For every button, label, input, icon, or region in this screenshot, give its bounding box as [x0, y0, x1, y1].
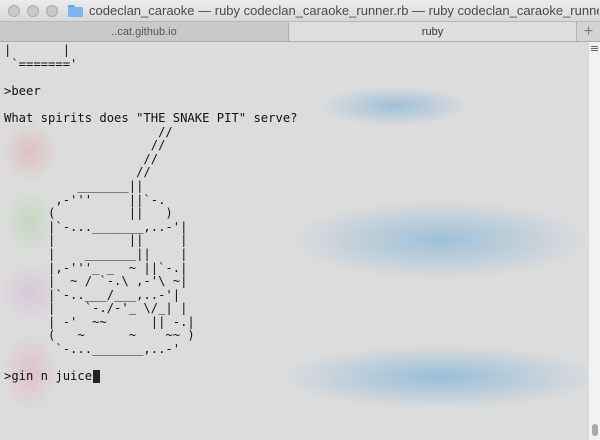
tab-ruby[interactable]: ruby — [289, 22, 577, 41]
command-line: >beer — [4, 83, 41, 98]
close-window-button[interactable] — [8, 4, 20, 17]
window-title: codeclan_caraoke — ruby codeclan_caraoke… — [89, 3, 599, 18]
folder-icon — [68, 4, 83, 17]
terminal-output[interactable]: | | `=======' >beer What spirits does "THE… — [0, 42, 588, 440]
scroll-thumb[interactable] — [592, 424, 598, 436]
scroll-grip-icon — [591, 46, 598, 53]
scrollbar[interactable] — [588, 42, 600, 440]
input-text: >gin n juice — [4, 369, 93, 384]
zoom-window-button[interactable] — [46, 4, 58, 17]
minimize-window-button[interactable] — [27, 4, 39, 17]
terminal-text: | | `=======' >beer What spirits does "THE… — [4, 43, 298, 384]
tab-cat-github[interactable]: ..cat.github.io — [0, 22, 289, 41]
ascii-glass-art: // // // // _______|| ,-''' ||`-. ( || )… — [48, 124, 195, 357]
title-bar: codeclan_caraoke — ruby codeclan_caraoke… — [0, 0, 600, 22]
input-line[interactable]: >gin n juice — [4, 369, 298, 384]
window-controls — [8, 4, 58, 17]
new-tab-button[interactable]: + — [577, 22, 600, 41]
ascii-art-top: | | `=======' — [4, 43, 78, 71]
tab-bar: ..cat.github.io ruby + — [0, 22, 600, 42]
text-cursor — [93, 370, 101, 384]
question-line: What spirits does "THE SNAKE PIT" serve? — [4, 110, 298, 125]
